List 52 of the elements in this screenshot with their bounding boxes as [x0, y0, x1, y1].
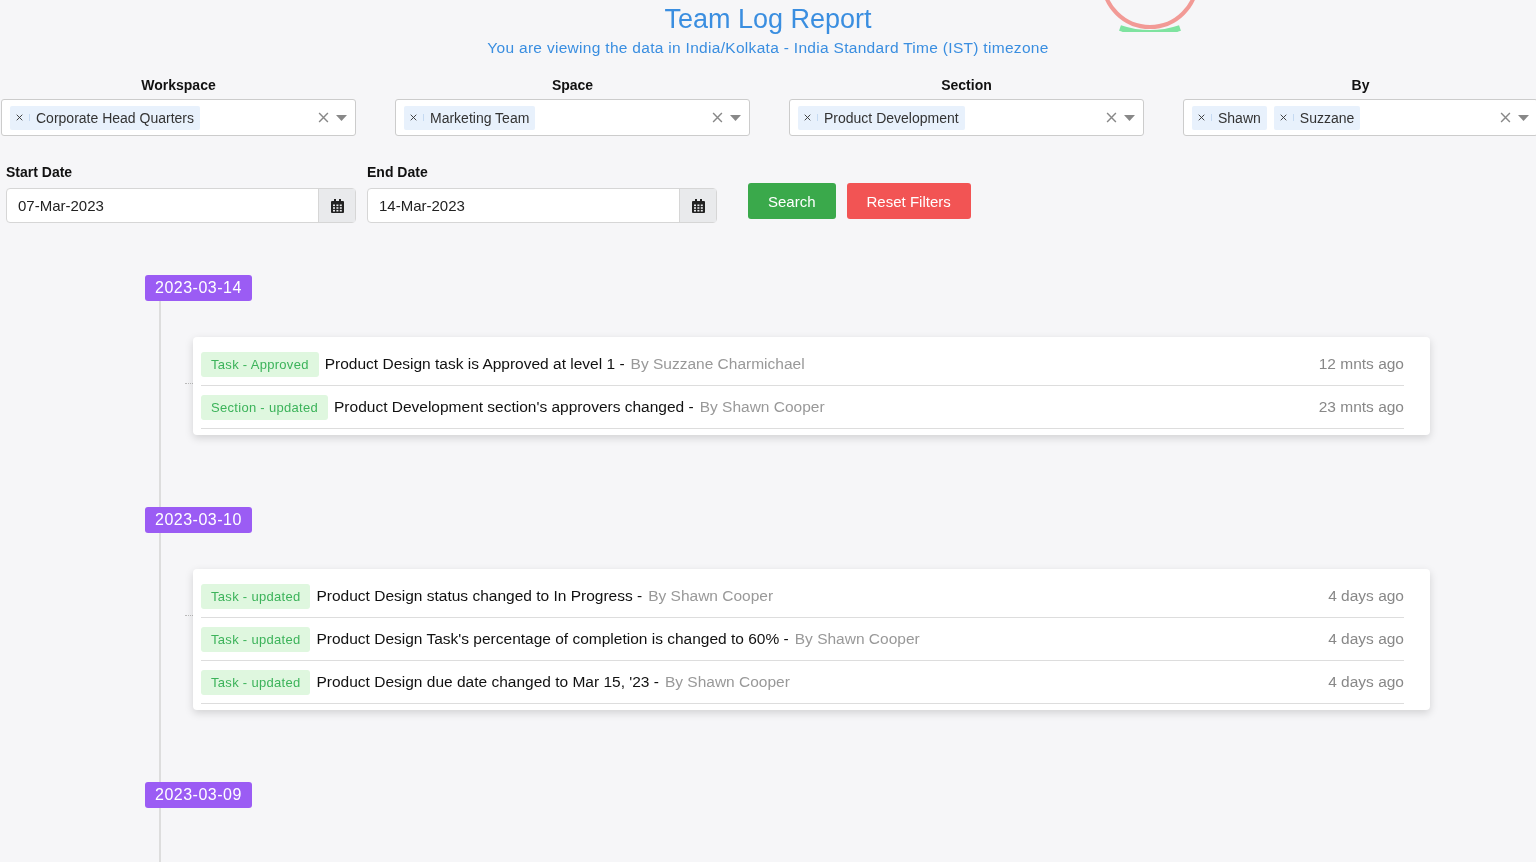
clear-icon[interactable] [318, 111, 329, 123]
clear-icon[interactable] [1500, 111, 1511, 123]
log-time: 23 mnts ago [1318, 398, 1404, 416]
date-badge: 2023-03-14 [145, 275, 252, 301]
date-field[interactable]: 14-Mar-2023 [367, 188, 717, 223]
calendar-icon[interactable] [330, 198, 344, 213]
log-author: By Suzzane Charmichael [630, 355, 805, 373]
date-label: End Date [367, 164, 428, 180]
caret-icon[interactable] [730, 114, 741, 121]
log-time: 4 days ago [1328, 630, 1404, 648]
log-type-tag: Task - Approved [201, 351, 319, 377]
log-author: By Shawn Cooper [794, 630, 920, 648]
log-author: By Shawn Cooper [648, 587, 774, 605]
log-time: 4 days ago [1328, 673, 1404, 691]
filter-label: By [1351, 77, 1370, 93]
log-type-tag: Task - updated [201, 626, 311, 652]
timezone-notice: You are viewing the data in India/Kolkata - India Standard Time (IST) timezone [487, 39, 1049, 57]
log-message: Product Design task is Approved at level 1 - [324, 355, 625, 373]
log-time: 12 mnts ago [1318, 355, 1404, 373]
date-label: Start Date [6, 164, 73, 180]
page-title: Team Log Report [664, 4, 872, 35]
filter-label: Workspace [141, 77, 216, 93]
log-message: Product Design status changed to In Progress - [316, 587, 643, 605]
multi-select[interactable]: Marketing Team [395, 99, 750, 136]
caret-icon[interactable] [1518, 114, 1529, 121]
filter-label: Section [941, 77, 992, 93]
calendar-icon[interactable] [691, 198, 705, 213]
log-type-tag: Task - updated [201, 669, 311, 695]
selected-tag: Suzzane [1273, 105, 1361, 130]
clear-icon[interactable] [1106, 111, 1117, 123]
multi-select[interactable]: Corporate Head Quarters [1, 99, 356, 136]
log-time: 4 days ago [1328, 587, 1404, 605]
multi-select[interactable]: Shawn Suzzane [1183, 99, 1536, 136]
caret-icon[interactable] [1124, 114, 1135, 121]
clear-icon[interactable] [712, 111, 723, 123]
log-type-tag: Section - updated [201, 394, 328, 420]
multi-select[interactable]: Product Development [789, 99, 1144, 136]
log-author: By Shawn Cooper [664, 673, 790, 691]
selected-tag: Corporate Head Quarters [10, 105, 200, 130]
selected-tag: Marketing Team [404, 105, 536, 130]
selected-tag: Shawn [1192, 105, 1267, 130]
selected-tag: Product Development [798, 105, 965, 130]
caret-icon[interactable] [336, 114, 347, 121]
date-badge: 2023-03-10 [145, 507, 252, 533]
filter-label: Space [551, 77, 594, 93]
log-message: Product Development section's approvers changed - [334, 398, 694, 416]
log-author: By Shawn Cooper [699, 398, 825, 416]
log-type-tag: Task - updated [201, 583, 311, 609]
log-message: Product Design due date changed to Mar 15, '23 - [316, 673, 659, 691]
log-message: Product Design Task's percentage of completion is changed to 60% - [316, 630, 789, 648]
date-field[interactable]: 07-Mar-2023 [6, 188, 356, 223]
date-badge: 2023-03-09 [145, 782, 252, 808]
